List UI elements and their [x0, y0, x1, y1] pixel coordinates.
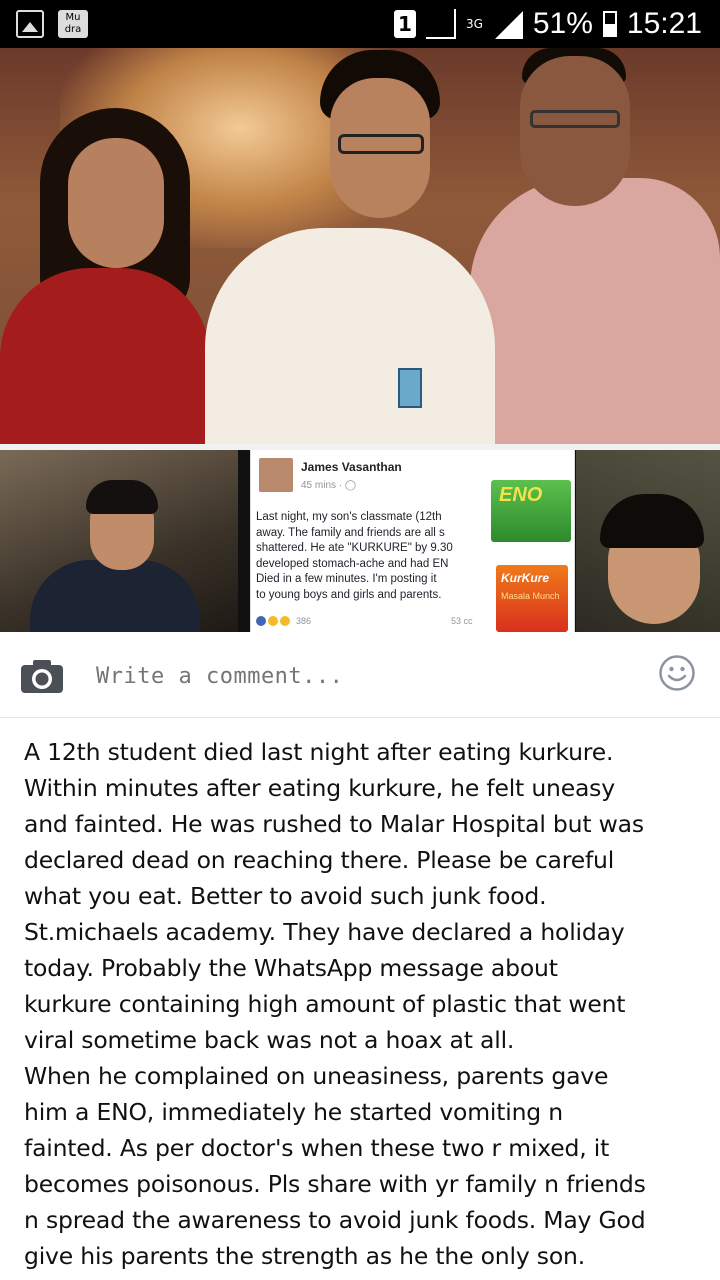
family-photo — [0, 48, 720, 448]
sim-indicator: 1 — [393, 10, 416, 38]
post-reactions: 386 — [256, 616, 311, 626]
comment-input[interactable] — [96, 658, 616, 694]
clock: 15:21 — [626, 7, 702, 40]
network-type-label: 3G — [465, 17, 483, 31]
battery-icon — [602, 11, 617, 37]
id-badge — [398, 368, 422, 408]
kurkure-brand-label: KurKure — [501, 571, 550, 585]
man-glasses — [530, 110, 620, 128]
message-paragraph-1: A 12th student died last night after eat… — [24, 738, 644, 1054]
post-line: away. The family and friends are all s — [256, 526, 445, 539]
woman-face — [68, 138, 164, 268]
woman-dress — [0, 268, 210, 448]
boy-glasses — [338, 134, 424, 154]
mu-app-icon: Mu dra — [58, 10, 88, 38]
battery-percent: 51% — [532, 7, 593, 40]
camera-icon[interactable] — [20, 658, 64, 694]
gallery-icon — [16, 10, 44, 38]
man-figure — [470, 178, 720, 444]
man-face — [520, 56, 630, 206]
like-icon — [256, 616, 266, 626]
boy-photo-left — [0, 450, 238, 632]
signal-icon — [425, 9, 456, 39]
post-author: James Vasanthan — [301, 460, 402, 474]
facebook-post-screenshot: James Vasanthan 45 mins · ◯ Last night, … — [250, 450, 575, 632]
reaction-count: 386 — [296, 616, 312, 626]
author-avatar — [259, 458, 293, 492]
comment-bar — [0, 632, 720, 718]
message-text: A 12th student died last night after eat… — [24, 734, 714, 1274]
eno-brand-label: ENO — [499, 484, 543, 506]
boy-right-hair — [600, 494, 704, 548]
sad-icon — [268, 616, 278, 626]
message-paragraph-2: When he complained on uneasiness, parent… — [24, 1062, 646, 1270]
kurkure-flavor-label: Masala Munch — [501, 591, 560, 601]
post-timestamp: 45 mins · ◯ — [301, 480, 357, 491]
post-line: Last night, my son's classmate (12th — [256, 511, 442, 523]
boy-photo-right — [576, 450, 720, 632]
emoji-icon[interactable] — [658, 654, 696, 696]
boy-figure — [205, 228, 495, 448]
post-line: shattered. He ate "KURKURE" by 9.30 — [256, 542, 453, 554]
boy-left-hair — [86, 480, 158, 514]
signal-strength-icon — [493, 9, 523, 39]
post-line: to young boys and girls and parents. — [256, 588, 442, 601]
post-image-collage[interactable]: James Vasanthan 45 mins · ◯ Last night, … — [0, 48, 720, 632]
globe-icon: ◯ — [344, 480, 357, 491]
comments-count: 53 cc — [451, 616, 473, 626]
status-bar-system: 1 3G 51% 15:21 — [393, 4, 702, 44]
post-body: Last night, my son's classmate (12th awa… — [256, 510, 484, 603]
kurkure-packet: KurKure Masala Munch — [496, 565, 568, 632]
boy-left-body — [30, 560, 200, 632]
status-bar-notifications: Mu dra — [16, 10, 88, 38]
wow-icon — [280, 616, 290, 626]
post-line: Died in a few minutes. I'm posting it — [256, 573, 437, 585]
post-line: developed stomach-ache and had EN — [256, 557, 449, 570]
eno-packet: ENO — [491, 480, 571, 542]
status-bar: Mu dra 1 3G 51% 15:21 — [0, 0, 720, 48]
